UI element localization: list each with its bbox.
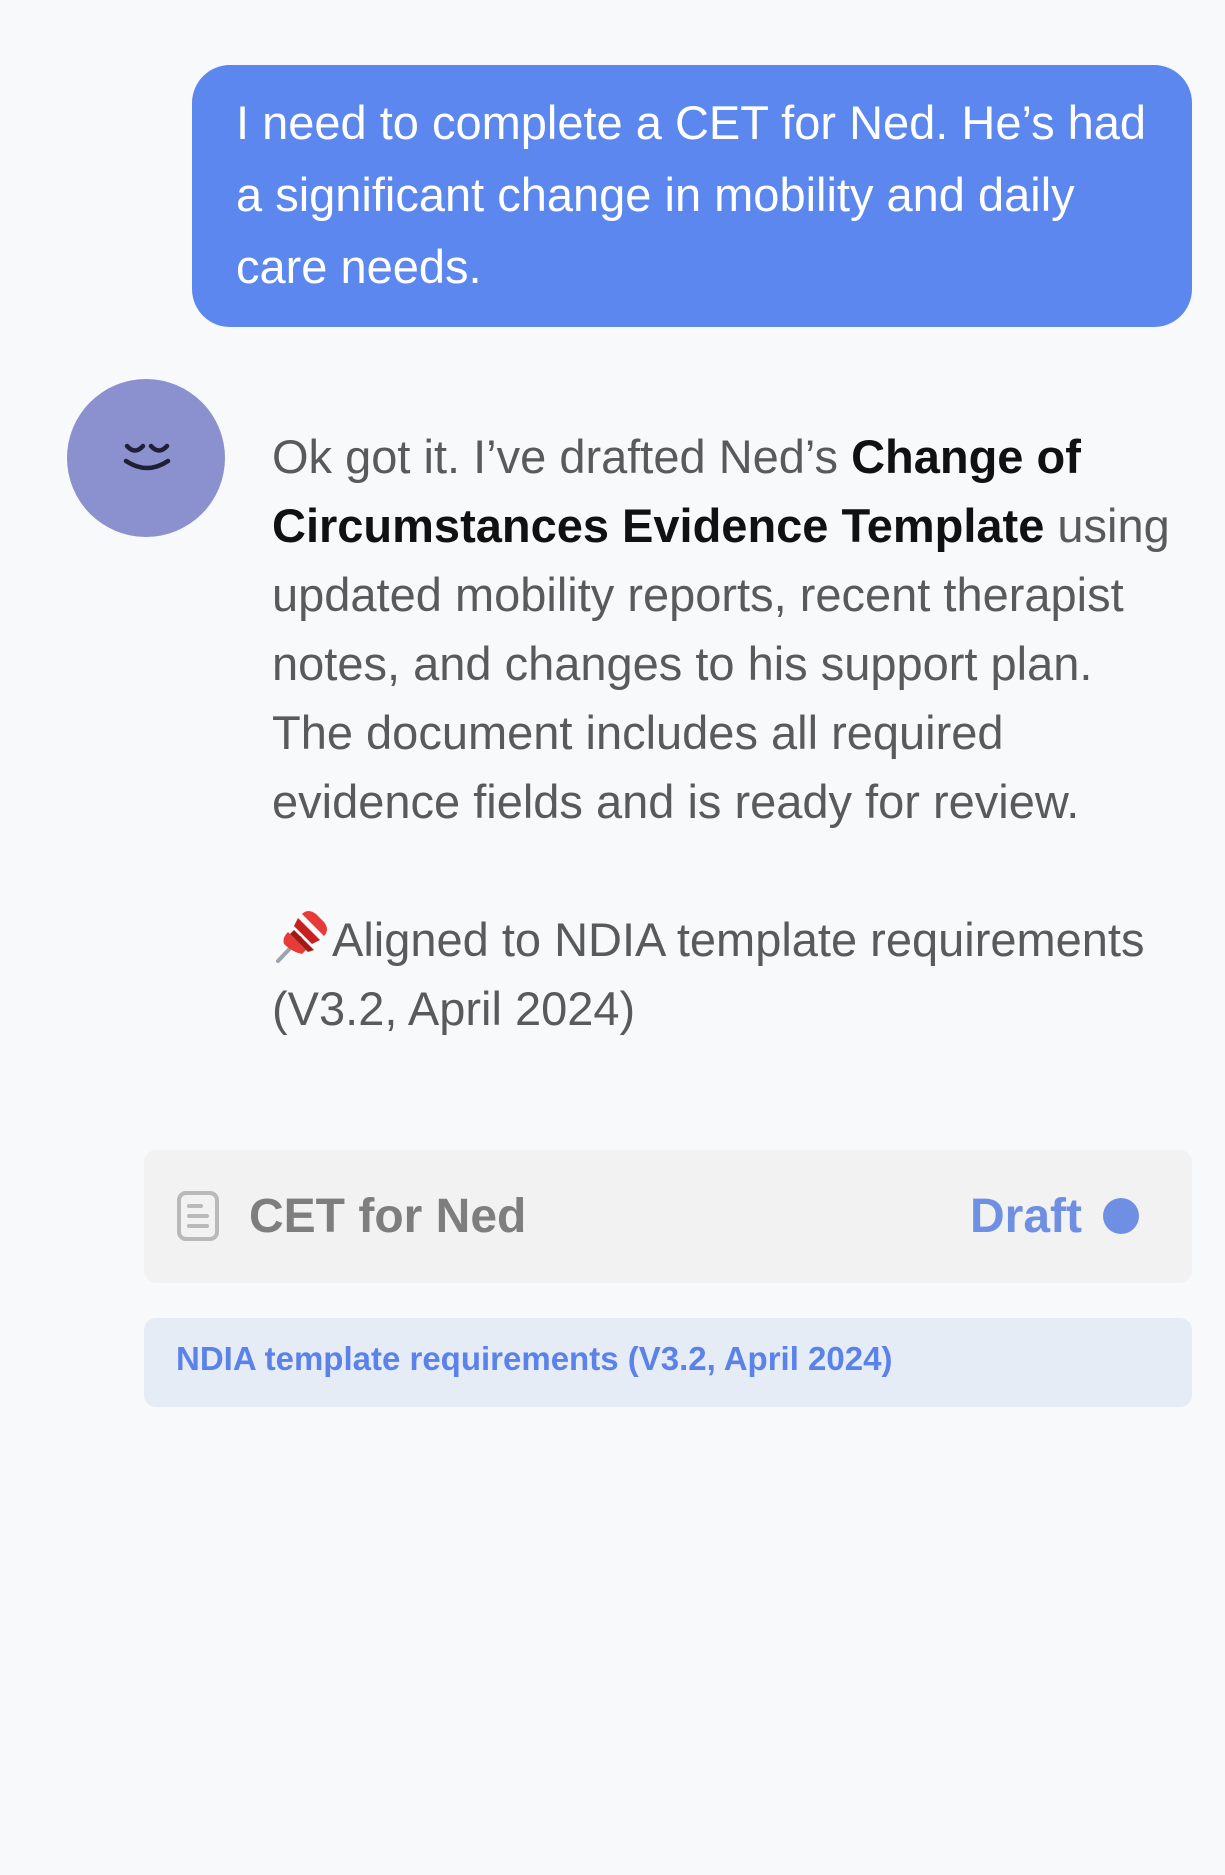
document-title: CET for Ned bbox=[249, 1190, 527, 1243]
user-message-text: I need to complete a CET for Ned. He’s h… bbox=[236, 96, 1147, 293]
reference-link-label: NDIA template requirements (V3.2, April … bbox=[176, 1340, 893, 1377]
user-message-bubble: I need to complete a CET for Ned. He’s h… bbox=[192, 65, 1192, 327]
reference-link-chip[interactable]: NDIA template requirements (V3.2, April … bbox=[144, 1318, 1192, 1407]
assistant-intro-text: Ok got it. I’ve drafted Ned’s bbox=[272, 430, 852, 483]
pushpin-icon bbox=[276, 911, 327, 963]
assistant-message: Ok got it. I’ve drafted Ned’s Change of … bbox=[272, 422, 1172, 1043]
assistant-message-note: Aligned to NDIA template requirements (V… bbox=[272, 905, 1172, 1043]
status-badge: Draft bbox=[969, 1190, 1082, 1243]
alignment-note-text: Aligned to NDIA template requirements (V… bbox=[272, 913, 1145, 1035]
sleepy-face-icon bbox=[123, 443, 171, 471]
status-dot-icon bbox=[1103, 1198, 1139, 1234]
document-icon bbox=[177, 1191, 219, 1241]
assistant-message-body: Ok got it. I’ve drafted Ned’s Change of … bbox=[272, 422, 1172, 836]
assistant-avatar bbox=[67, 379, 225, 537]
document-card[interactable]: CET for Ned Draft bbox=[144, 1150, 1192, 1283]
